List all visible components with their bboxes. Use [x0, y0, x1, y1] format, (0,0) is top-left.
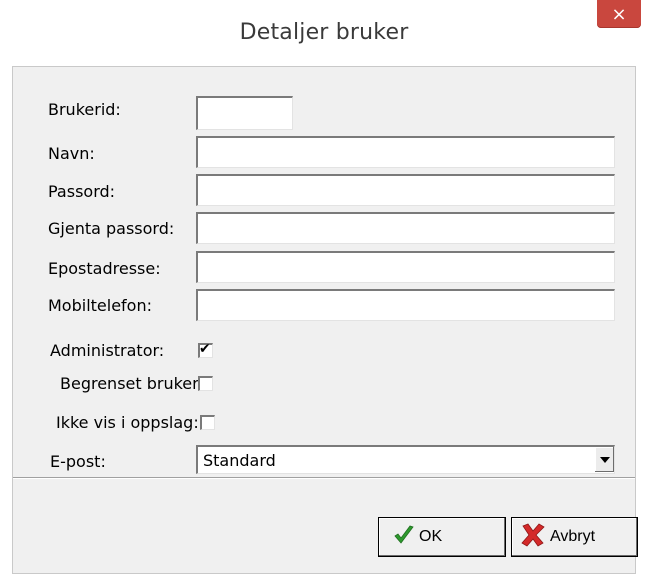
- passord-label: Passord:: [48, 182, 116, 201]
- avbryt-button-label: Avbryt: [550, 528, 596, 545]
- ikke-vis-label: Ikke vis i oppslag:: [56, 413, 199, 432]
- administrator-label: Administrator:: [50, 341, 165, 360]
- gjenta-passord-input[interactable]: [196, 212, 615, 244]
- dialog-window: Detaljer bruker × Brukerid: Navn: Passor…: [0, 0, 648, 581]
- dropdown-arrow-button[interactable]: [594, 447, 614, 472]
- chevron-down-icon: [599, 456, 610, 463]
- begrenset-bruker-checkbox[interactable]: [198, 376, 213, 391]
- epost-label: E-post:: [50, 452, 106, 471]
- mobiltelefon-input[interactable]: [196, 289, 615, 321]
- ok-button[interactable]: OK: [378, 517, 506, 557]
- epost-select[interactable]: Standard: [196, 445, 615, 474]
- ok-button-label: OK: [419, 528, 443, 545]
- navn-label: Navn:: [48, 144, 95, 163]
- navn-input[interactable]: [196, 136, 615, 168]
- ikke-vis-checkbox[interactable]: [200, 415, 215, 430]
- begrenset-bruker-label: Begrenset bruker:: [60, 374, 204, 393]
- window-title: Detaljer bruker: [239, 20, 409, 45]
- gjenta-passord-label: Gjenta passord:: [48, 219, 175, 238]
- checkmark-icon: [393, 524, 415, 550]
- footer-separator: [13, 477, 635, 479]
- brukerid-label: Brukerid:: [48, 100, 121, 119]
- epostadresse-input[interactable]: [196, 251, 615, 283]
- red-x-icon: [520, 522, 546, 552]
- dialog-body: Brukerid: Navn: Passord: Gjenta passord:…: [12, 66, 638, 574]
- administrator-checkbox[interactable]: ✔: [198, 341, 213, 358]
- avbryt-button[interactable]: Avbryt: [511, 517, 638, 557]
- epost-select-value: Standard: [203, 451, 276, 470]
- epostadresse-label: Epostadresse:: [48, 259, 161, 278]
- checkmark-icon: ✔: [199, 341, 211, 357]
- mobiltelefon-label: Mobiltelefon:: [48, 296, 152, 315]
- brukerid-input[interactable]: [196, 96, 293, 130]
- close-button[interactable]: ×: [597, 0, 641, 28]
- title-bar: Detaljer bruker ×: [12, 0, 641, 66]
- close-icon: ×: [611, 3, 627, 25]
- passord-input[interactable]: [196, 174, 615, 206]
